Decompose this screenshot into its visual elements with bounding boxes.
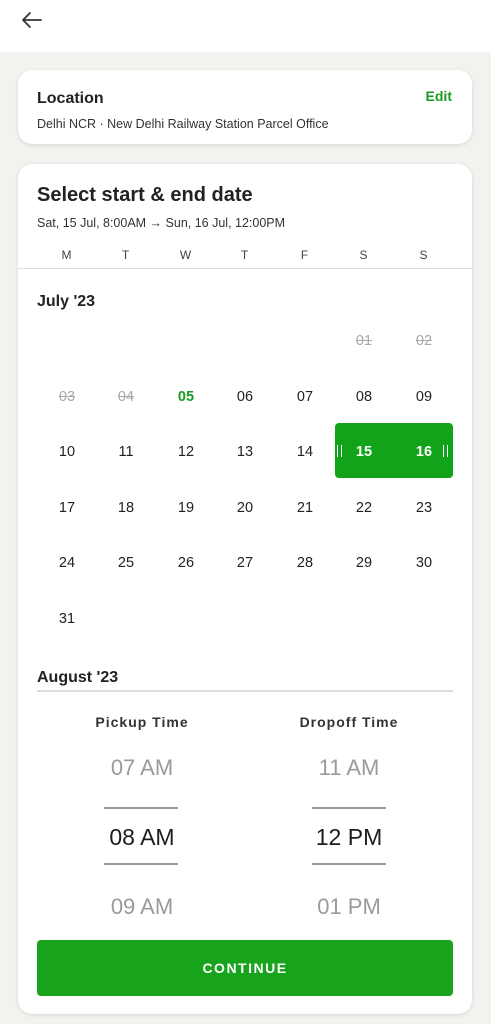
top-bar [0,0,491,52]
calendar-day[interactable]: 24 [47,551,87,575]
weekday-label: T [240,248,250,262]
calendar-day-today[interactable]: 05 [166,385,206,409]
weekday-header: M T W T F S S [18,248,472,264]
calendar-day[interactable]: 18 [106,496,146,520]
calendar-day[interactable]: 08 [344,385,384,409]
range-start-handle[interactable] [337,445,342,457]
calendar-day[interactable]: 06 [225,385,265,409]
calendar-day[interactable]: 22 [344,496,384,520]
weekday-label: W [179,248,193,262]
arrow-left-icon [22,12,42,28]
date-picker-card: Select start & end date Sat, 15 Jul, 8:0… [18,164,472,1014]
location-card: Location Edit Delhi NCR · New Delhi Rail… [18,70,472,144]
calendar-day[interactable]: 23 [404,496,444,520]
calendar-day[interactable]: 13 [225,440,265,464]
calendar-day[interactable]: 31 [47,607,87,631]
weekday-label: M [61,248,73,262]
calendar-day[interactable]: 19 [166,496,206,520]
dropoff-time-option[interactable]: 01 PM [249,894,449,920]
calendar-day: 02 [415,333,433,349]
calendar-day: 01 [355,333,373,349]
pickup-time-option[interactable]: 09 AM [42,894,242,920]
continue-button[interactable]: CONTINUE [37,940,453,996]
calendar-day[interactable]: 12 [166,440,206,464]
calendar-day[interactable]: 21 [285,496,325,520]
dropoff-time-label: Dropoff Time [299,714,399,730]
divider [18,268,472,269]
location-title: Location [37,90,104,107]
location-address: Delhi NCR · New Delhi Railway Station Pa… [37,117,329,131]
calendar-day[interactable]: 10 [47,440,87,464]
divider [37,690,453,692]
weekday-label: S [359,248,369,262]
pickup-time-option[interactable]: 07 AM [42,755,242,781]
weekday-label: F [300,248,310,262]
calendar-day[interactable]: 14 [285,440,325,464]
picker-indicator-line [104,807,178,809]
month-label-august: August '23 [37,669,119,686]
edit-location-button[interactable]: Edit [426,88,452,104]
date-picker-title: Select start & end date [37,184,253,206]
picker-indicator-line [104,863,178,865]
calendar-day[interactable]: 27 [225,551,265,575]
calendar-day: 03 [58,389,76,405]
picker-indicator-line [312,863,386,865]
weekday-label: S [419,248,429,262]
calendar-day-range-start[interactable]: 15 [344,440,384,464]
calendar-day[interactable]: 29 [344,551,384,575]
calendar-day: 04 [117,389,135,405]
calendar-day[interactable]: 25 [106,551,146,575]
calendar-day[interactable]: 07 [285,385,325,409]
calendar-day[interactable]: 20 [225,496,265,520]
picker-indicator-line [312,807,386,809]
dropoff-time-selected[interactable]: 12 PM [249,824,449,851]
calendar-day[interactable]: 09 [404,385,444,409]
calendar-day[interactable]: 28 [285,551,325,575]
calendar-day[interactable]: 26 [166,551,206,575]
dropoff-time-option[interactable]: 11 AM [249,755,449,781]
calendar-day[interactable]: 17 [47,496,87,520]
pickup-time-selected[interactable]: 08 AM [42,824,242,851]
selected-range-text: Sat, 15 Jul, 8:00AM → Sun, 16 Jul, 12:00… [37,216,286,230]
weekday-label: T [121,248,131,262]
pickup-time-label: Pickup Time [95,714,189,730]
calendar-day[interactable]: 11 [106,440,146,464]
calendar-day-range-end[interactable]: 16 [404,440,444,464]
back-button[interactable] [18,6,46,34]
calendar-day[interactable]: 30 [404,551,444,575]
month-label-july: July '23 [37,293,96,310]
